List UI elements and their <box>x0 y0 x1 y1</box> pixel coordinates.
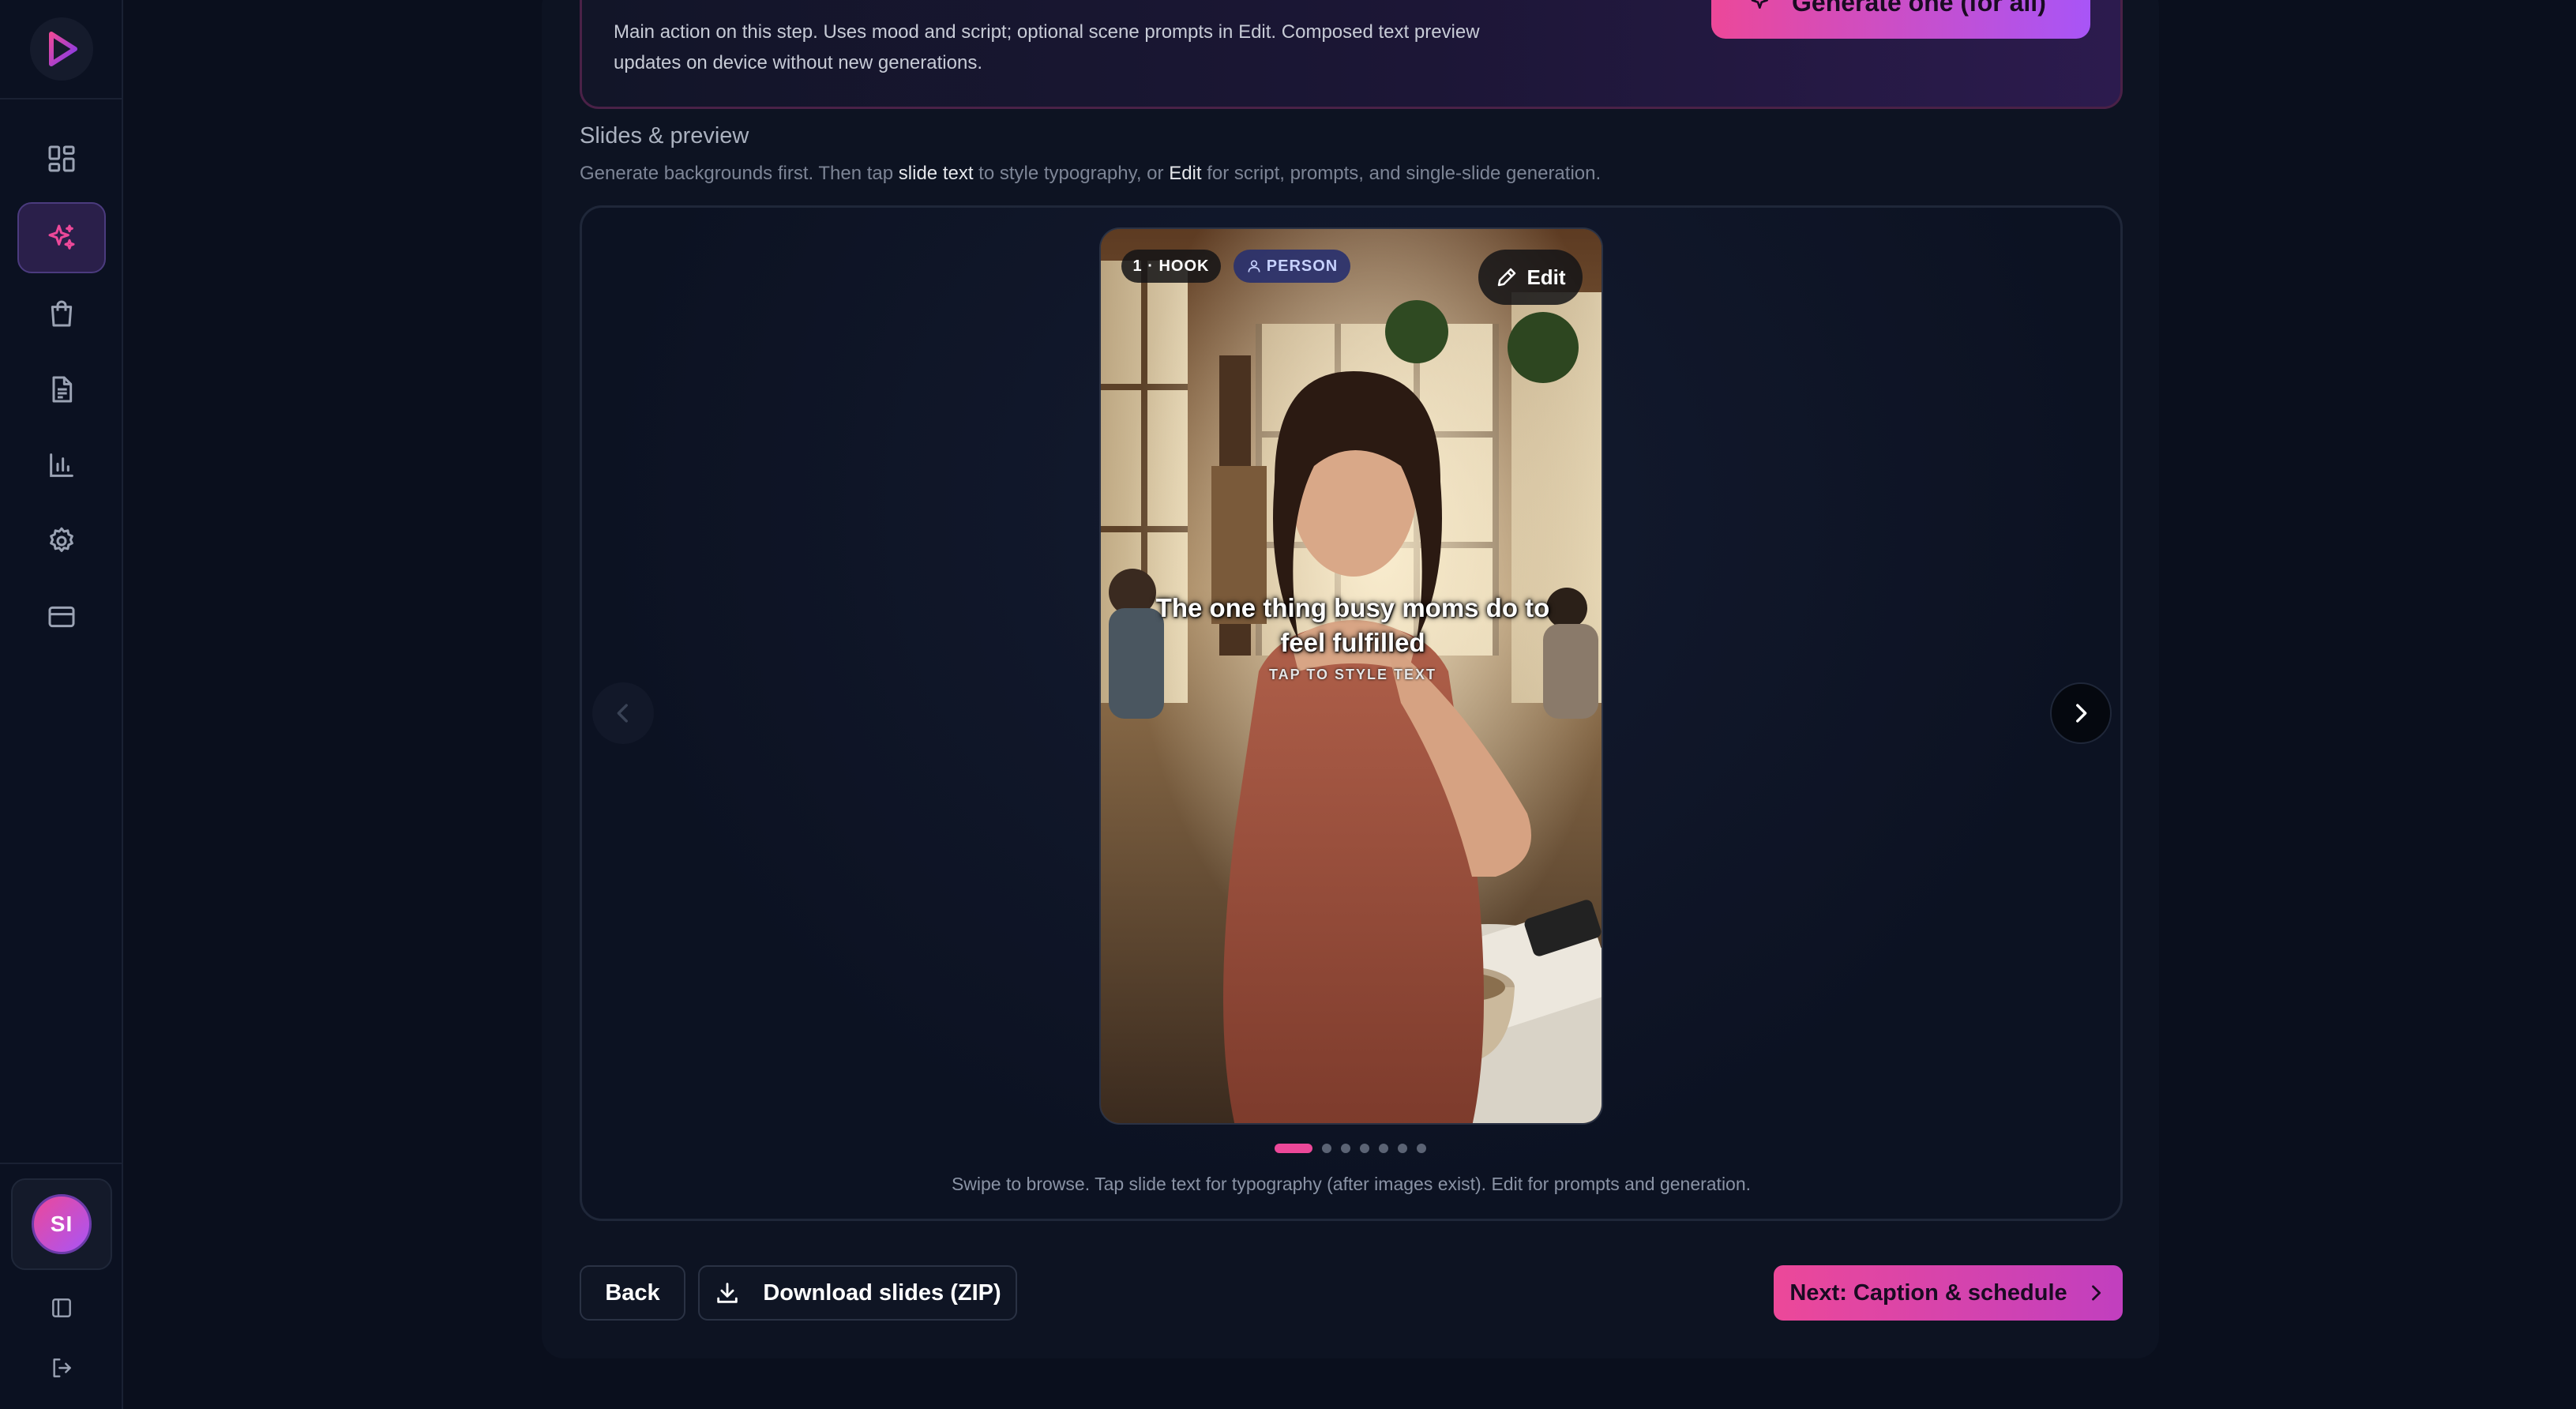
next-label: Next: Caption & schedule <box>1789 1279 2067 1306</box>
slide-type-label: PERSON <box>1266 257 1339 275</box>
generate-description: Main action on this step. Uses mood and … <box>614 21 1480 73</box>
pagination-dot[interactable] <box>1379 1144 1388 1153</box>
shopping-bag-icon <box>51 300 73 327</box>
slide-text-hint: TAP TO STYLE TEXT <box>1268 667 1437 682</box>
pencil-icon <box>1498 268 1516 287</box>
sparkles-icon <box>48 224 75 250</box>
sidebar-item-create[interactable] <box>17 202 106 273</box>
subtitle-text: for script, prompts, and single-slide ge… <box>1201 163 1602 184</box>
chevron-right-icon <box>2091 1285 2101 1301</box>
pagination-dot[interactable] <box>1275 1144 1312 1153</box>
carousel-pagination <box>0 1144 2576 1156</box>
slide-type-badge: PERSON <box>1234 250 1350 283</box>
next-slide-button[interactable] <box>2050 682 2112 744</box>
generate-card: Main action on this step. Uses mood and … <box>580 0 2123 109</box>
sidebar-toggle-button[interactable] <box>46 1292 77 1324</box>
sidebar: SI <box>0 0 123 1409</box>
slide-text[interactable]: The one thing busy moms do to feel fulfi… <box>1148 591 1557 660</box>
preview-caption: Swipe to browse. Tap slide text for typo… <box>951 1174 1752 1194</box>
play-logo-icon <box>49 32 77 66</box>
chevron-right-icon <box>2076 704 2087 723</box>
slide-card[interactable]: 1 · HOOK PERSON Edit The one thing busy … <box>1099 227 1603 1125</box>
sidebar-toggle-icon <box>52 1298 71 1317</box>
back-label: Back <box>605 1279 660 1306</box>
sidebar-item-billing[interactable] <box>17 581 106 652</box>
document-icon <box>52 376 73 403</box>
next-caption-schedule-button[interactable]: Next: Caption & schedule <box>1774 1265 2123 1321</box>
sparkles-icon <box>1751 0 1768 9</box>
person-icon <box>1248 260 1260 272</box>
download-zip-button[interactable]: Download slides (ZIP) <box>698 1265 1017 1321</box>
generate-all-button[interactable]: Generate one (for all) <box>1711 0 2090 39</box>
pagination-dot[interactable] <box>1398 1144 1407 1153</box>
subtitle-text: to style typography, or <box>973 163 1170 184</box>
sidebar-item-settings[interactable] <box>17 505 106 577</box>
pagination-dot[interactable] <box>1322 1144 1331 1153</box>
subtitle-highlight-edit: Edit <box>1169 163 1202 184</box>
edit-slide-button[interactable]: Edit <box>1478 250 1583 305</box>
user-menu[interactable]: SI <box>11 1178 112 1270</box>
download-zip-label: Download slides (ZIP) <box>763 1279 1001 1306</box>
gear-icon <box>50 527 73 552</box>
pagination-dot[interactable] <box>1417 1144 1426 1153</box>
generate-all-label: Generate one (for all) <box>1792 0 2046 17</box>
sidebar-divider <box>0 1163 123 1164</box>
slide-index-badge: 1 · HOOK <box>1121 250 1221 283</box>
sidebar-item-analytics[interactable] <box>17 430 106 501</box>
grid-icon <box>48 145 75 172</box>
app-logo[interactable] <box>30 17 93 81</box>
chevron-left-icon <box>617 704 628 723</box>
download-icon <box>717 1283 738 1303</box>
avatar: SI <box>32 1194 92 1254</box>
back-button[interactable]: Back <box>580 1265 685 1321</box>
logout-icon <box>53 1358 71 1377</box>
subtitle-text: Generate backgrounds first. Then tap <box>580 163 899 184</box>
section-title: Slides & preview <box>580 123 749 148</box>
sidebar-item-products[interactable] <box>17 278 106 349</box>
subtitle-highlight-slide-text: slide text <box>898 163 974 184</box>
logout-button[interactable] <box>46 1352 77 1384</box>
credit-card-icon <box>48 606 75 628</box>
pagination-dot[interactable] <box>1360 1144 1369 1153</box>
sidebar-divider <box>0 98 123 100</box>
bar-chart-icon <box>50 453 73 477</box>
sidebar-item-dashboard[interactable] <box>17 123 106 194</box>
previous-slide-button[interactable] <box>592 682 654 744</box>
pagination-dot[interactable] <box>1341 1144 1350 1153</box>
sidebar-item-documents[interactable] <box>17 354 106 425</box>
section-subtitle: Generate backgrounds first. Then tap sli… <box>580 163 1601 185</box>
edit-label: Edit <box>1526 265 1566 289</box>
